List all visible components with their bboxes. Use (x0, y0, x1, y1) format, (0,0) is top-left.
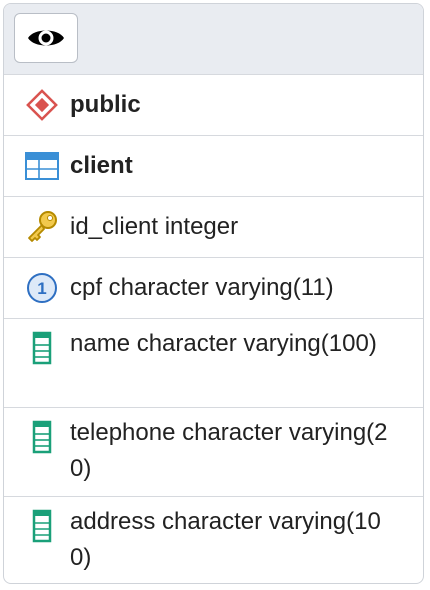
schema-icon (23, 86, 61, 124)
column-row-address[interactable]: address character varying(100) (4, 497, 423, 583)
node-header (4, 4, 423, 75)
column-name: name character varying(100) (70, 330, 377, 357)
column-row-cpf[interactable]: 1 cpf character varying(11) (4, 258, 423, 319)
schema-row[interactable]: public (4, 75, 423, 136)
column-id-client: id_client integer (70, 213, 239, 240)
column-icon (23, 329, 61, 367)
eye-icon (28, 30, 64, 46)
column-row-name[interactable]: name character varying(100) (4, 319, 423, 408)
schema-name: public (70, 91, 141, 118)
column-telephone: telephone character varying(20) (70, 419, 388, 482)
erd-table-node[interactable]: public client id_client integer 1 cpf ch… (3, 3, 424, 584)
unique-index-label: 1 (37, 279, 46, 298)
column-cpf: cpf character varying(11) (70, 274, 334, 301)
column-row-telephone[interactable]: telephone character varying(20) (4, 408, 423, 497)
table-row[interactable]: client (4, 136, 423, 197)
table-icon (23, 147, 61, 185)
column-address: address character varying(100) (70, 508, 381, 571)
primary-key-icon (23, 208, 61, 246)
column-icon (23, 418, 61, 456)
column-row-id-client[interactable]: id_client integer (4, 197, 423, 258)
table-name: client (70, 152, 133, 179)
column-icon (23, 507, 61, 545)
unique-index-icon: 1 (23, 269, 61, 307)
toggle-details-button[interactable] (14, 13, 78, 63)
